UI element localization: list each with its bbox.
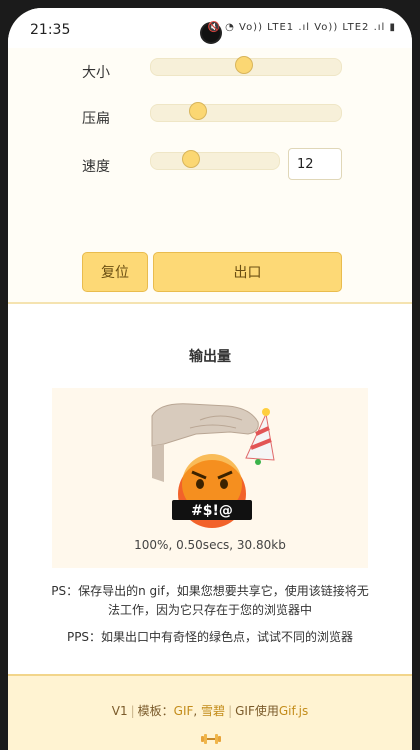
dumbbell-icon[interactable] xyxy=(201,733,221,745)
gif-preview: #$!@ 100%, 0.50secs, 30.80kb xyxy=(52,388,368,568)
gif-stats: 100%, 0.50secs, 30.80kb xyxy=(134,538,286,552)
speed-input[interactable] xyxy=(288,148,342,180)
output-section: 输出量 #$!@ 100%, 0.50secs, 30.80kb PS：保存导出… xyxy=(8,304,412,674)
gifjs-link[interactable]: Gif.js xyxy=(279,704,308,718)
speed-slider-thumb[interactable] xyxy=(181,150,200,168)
status-bar: 21:35 🔇 ◔ Vo)) LTE1 .ıl Vo)) LTE2 .ıl ▮ xyxy=(8,8,412,48)
ps-note: PS：保存导出的n gif，如果您想要共享它，使用该链接将无法工作，因为它只存在… xyxy=(51,584,369,617)
squash-row: 压扁 xyxy=(8,102,412,134)
size-slider-thumb[interactable] xyxy=(235,56,254,74)
squash-slider[interactable] xyxy=(150,102,342,122)
export-button[interactable]: 出口 xyxy=(153,252,342,292)
reset-button[interactable]: 复位 xyxy=(82,252,148,292)
template-author-link[interactable]: 雪碧 xyxy=(201,704,225,718)
speed-row: 速度 xyxy=(8,148,412,182)
version-label: V1 xyxy=(111,704,128,718)
size-row: 大小 xyxy=(8,56,412,88)
squash-slider-thumb[interactable] xyxy=(188,102,207,120)
controls-panel: 大小 压扁 速度 复位 出口 xyxy=(8,48,412,306)
pps-note: PPS：如果出口中有奇怪的绿色点，试试不同的浏览器 xyxy=(66,630,354,644)
emoji-censor-text: #$!@ xyxy=(191,503,233,519)
speed-label: 速度 xyxy=(82,159,110,175)
squash-label: 压扁 xyxy=(82,111,110,127)
status-icons: 🔇 ◔ Vo)) LTE1 .ıl Vo)) LTE2 .ıl ▮ xyxy=(207,22,396,33)
footer: V1 | 模板：GIF, 雪碧 | GIF使用Gif.js xyxy=(8,674,412,750)
gif-image: #$!@ xyxy=(151,403,275,528)
template-prefix: 模板： xyxy=(137,704,174,718)
template-sep: , xyxy=(193,704,202,718)
gif-prefix: GIF使用 xyxy=(235,704,279,718)
template-gif-link[interactable]: GIF xyxy=(174,704,194,718)
size-slider[interactable] xyxy=(150,56,342,76)
phone-frame: 21:35 🔇 ◔ Vo)) LTE1 .ıl Vo)) LTE2 .ıl ▮ … xyxy=(0,0,420,750)
app-screen: 21:35 🔇 ◔ Vo)) LTE1 .ıl Vo)) LTE2 .ıl ▮ … xyxy=(8,8,412,750)
footer-credits: V1 | 模板：GIF, 雪碧 | GIF使用Gif.js xyxy=(111,704,309,718)
speed-slider[interactable] xyxy=(150,150,280,170)
output-title: 输出量 xyxy=(189,349,231,365)
size-label: 大小 xyxy=(82,65,110,81)
status-time: 21:35 xyxy=(30,22,71,38)
